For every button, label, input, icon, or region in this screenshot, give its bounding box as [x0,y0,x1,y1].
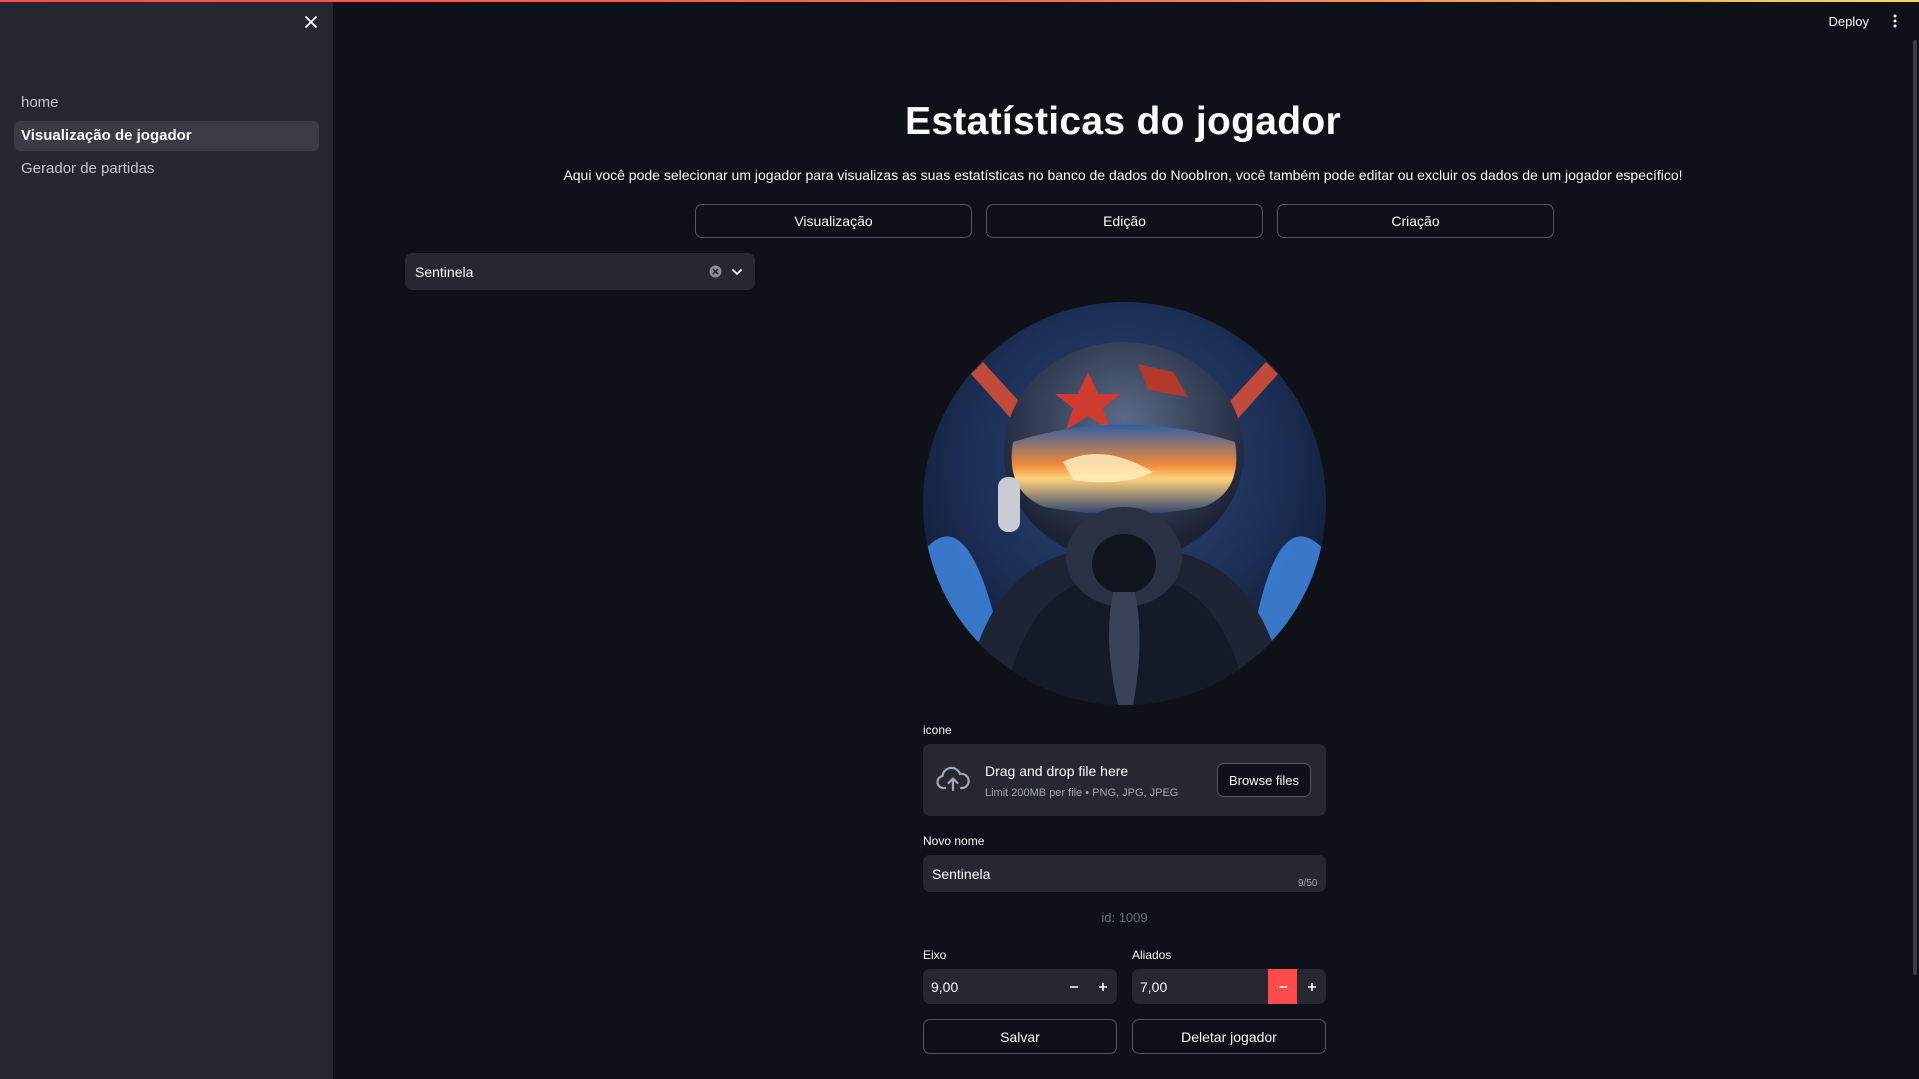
page-description: Aqui você pode selecionar um jogador par… [563,167,1683,183]
page-scrollbar[interactable] [1913,40,1917,975]
new-name-label: Novo nome [923,834,985,848]
eixo-label: Eixo [923,948,947,962]
top-accent-bar [0,0,1919,2]
sidebar-item-home[interactable]: home [14,88,319,118]
sidebar: home Visualização de jogador Gerador de … [0,0,333,1079]
clear-icon [709,265,722,278]
icon-upload-label: icone [923,723,952,737]
mode-buttons: Visualização Edição Criação [695,204,1554,238]
dropdown-toggle[interactable] [731,265,743,281]
eixo-increment-button[interactable] [1088,969,1117,1004]
pilot-helmet-image [923,302,1326,705]
close-sidebar-button[interactable] [301,12,321,32]
aliados-label: Aliados [1132,948,1172,962]
plus-icon [1307,982,1316,991]
player-select[interactable]: Sentinela [405,253,755,290]
page-title: Estatísticas do jogador [905,100,1341,143]
eixo-decrement-button[interactable] [1059,969,1088,1004]
dropzone-title: Drag and drop file here [985,763,1129,779]
sidebar-nav: home Visualização de jogador Gerador de … [14,88,319,187]
player-id: id: 1009 [1101,910,1148,925]
close-icon [305,16,317,28]
aliados-increment-button[interactable] [1297,969,1326,1004]
clear-selection-button[interactable] [709,265,722,281]
minus-icon [1069,985,1078,988]
save-button[interactable]: Salvar [923,1019,1117,1054]
chevron-down-icon [732,269,742,275]
criacao-button[interactable]: Criação [1277,204,1554,238]
main-content: Estatísticas do jogador Aqui você pode s… [333,0,1913,1079]
new-name-input[interactable] [923,855,1326,892]
aliados-decrement-button[interactable] [1268,969,1297,1004]
delete-player-button[interactable]: Deletar jogador [1132,1019,1326,1054]
sidebar-item-match-generator[interactable]: Gerador de partidas [14,154,319,184]
aliados-input[interactable] [1132,969,1269,1004]
browse-files-button[interactable]: Browse files [1217,763,1311,797]
player-select-value: Sentinela [415,263,474,280]
player-avatar [923,302,1326,705]
minus-icon [1278,985,1287,988]
eixo-number-input [923,969,1117,1004]
sidebar-item-player-view[interactable]: Visualização de jogador [14,121,319,151]
visualizacao-button[interactable]: Visualização [695,204,972,238]
plus-icon [1098,982,1107,991]
name-char-counter: 9/50 [1298,878,1318,889]
file-dropzone[interactable]: Drag and drop file here Limit 200MB per … [923,744,1326,816]
aliados-number-input [1132,969,1326,1004]
cloud-upload-icon [936,766,970,797]
eixo-input[interactable] [923,969,1060,1004]
dropzone-hint: Limit 200MB per file • PNG, JPG, JPEG [985,787,1179,799]
edicao-button[interactable]: Edição [986,204,1263,238]
